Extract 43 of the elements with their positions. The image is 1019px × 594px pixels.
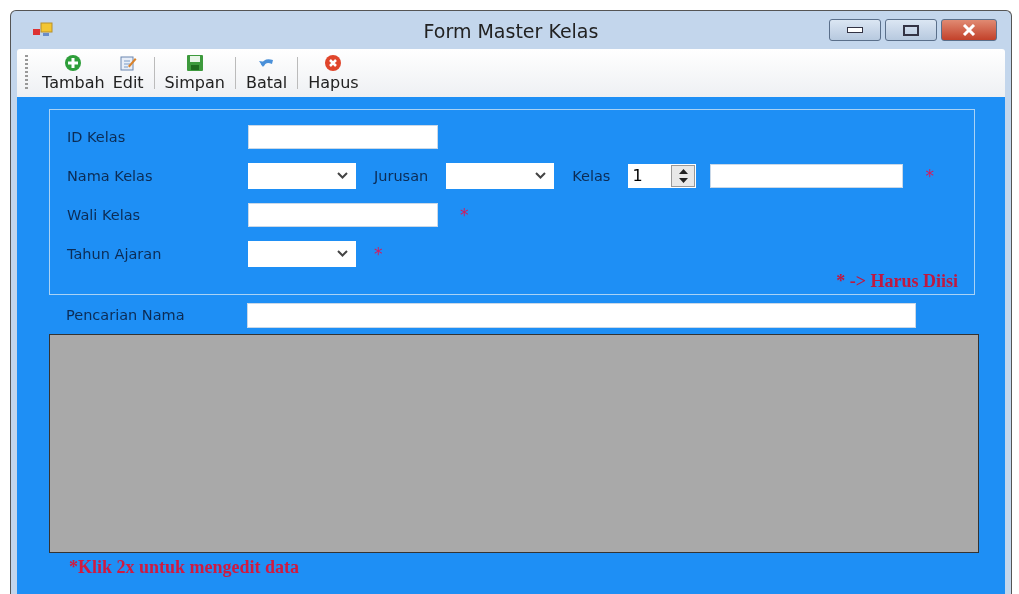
edit-icon (119, 54, 138, 72)
dropdown-field[interactable] (248, 240, 356, 267)
number-spinner[interactable]: 1 (628, 163, 697, 188)
up-down-arrows-icon (678, 168, 688, 183)
plus-icon (64, 54, 83, 72)
minimize-icon (847, 27, 863, 33)
close-button[interactable] (941, 19, 997, 41)
close-icon (962, 24, 976, 36)
toolbar-button[interactable]: Batal (241, 52, 292, 94)
minimize-button[interactable] (829, 19, 881, 41)
dropdown-field[interactable] (248, 162, 356, 189)
toolbar-button[interactable]: Hapus (304, 52, 363, 94)
field-label: Wali Kelas (67, 206, 142, 223)
chevron-down-icon (337, 172, 348, 179)
toolbar-button[interactable]: Edit (108, 52, 148, 94)
required-legend: * -> Harus Diisi (836, 271, 958, 292)
dropdown-field[interactable] (446, 162, 555, 189)
spinner-value: 1 (632, 166, 643, 185)
required-mark: * (925, 165, 934, 186)
field-label: Pencarian Nama (65, 307, 186, 323)
toolbar-button[interactable]: Simpan (160, 52, 229, 94)
text-field[interactable] (248, 202, 438, 227)
delete-icon (324, 54, 343, 72)
maximize-button[interactable] (885, 19, 937, 41)
hint-text: *Klik 2x untuk mengedit data (69, 557, 300, 577)
app-window-icon (33, 22, 53, 38)
required-mark: * (460, 204, 469, 225)
spin-buttons[interactable] (671, 164, 696, 187)
text-field[interactable] (248, 124, 438, 149)
field-label: ID Kelas (67, 128, 127, 145)
text-field[interactable] (710, 163, 904, 188)
window-title: Form Master Kelas (423, 20, 599, 42)
search-field[interactable] (247, 302, 916, 328)
required-mark: * (374, 243, 383, 264)
toolbar-button[interactable]: Tambah (38, 52, 109, 94)
field-label: Kelas (572, 167, 611, 184)
field-label: Nama Kelas (67, 167, 154, 184)
maximize-icon (903, 24, 919, 36)
chevron-down-icon (337, 250, 348, 257)
field-label: Jurusan (374, 167, 429, 184)
field-label: Tahun Ajaran (67, 245, 163, 262)
floppy-icon (185, 54, 204, 72)
chevron-down-icon (535, 172, 547, 179)
